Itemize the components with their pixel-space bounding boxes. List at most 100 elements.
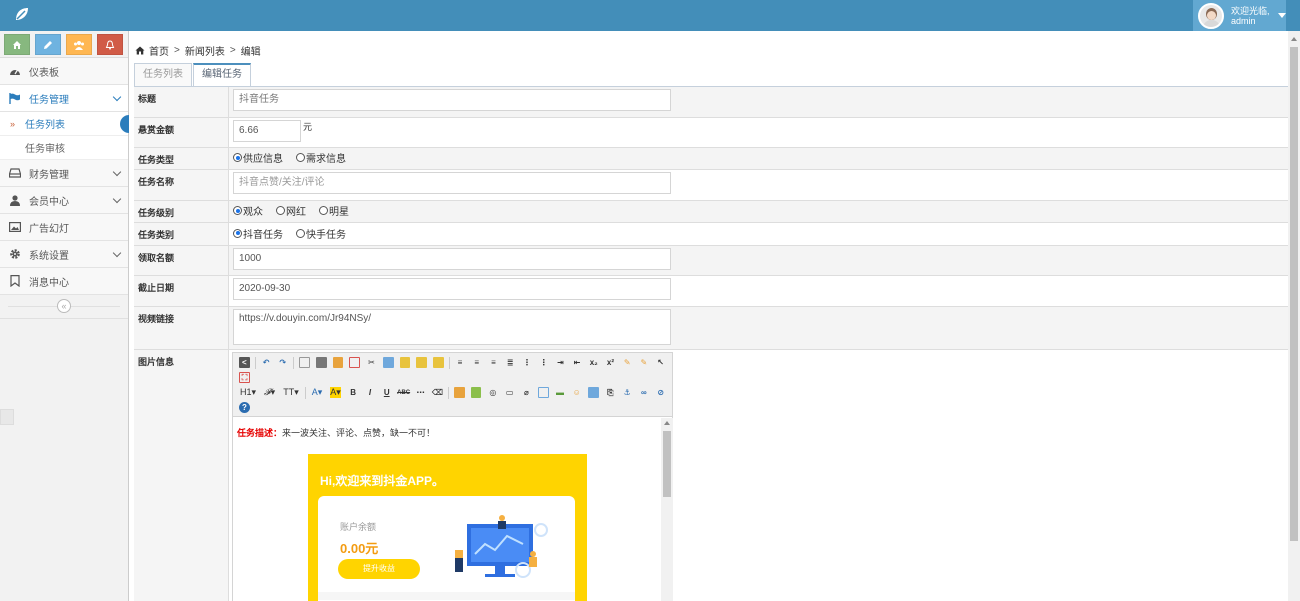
quick-format-icon[interactable]: ✎ bbox=[639, 357, 650, 368]
template-icon[interactable] bbox=[332, 357, 344, 368]
sidebar-item-label: 任务管理 bbox=[29, 94, 69, 106]
unlink-icon[interactable]: ⊘ bbox=[655, 387, 666, 398]
sidebar-item-finance[interactable]: 财务管理 bbox=[0, 160, 128, 187]
font-size-dropdown[interactable]: TT▾ bbox=[283, 387, 299, 398]
radio-button-checked[interactable] bbox=[233, 206, 242, 215]
unordered-list-icon[interactable]: ⋮ bbox=[538, 357, 549, 368]
media-icon[interactable]: ▭ bbox=[504, 387, 515, 398]
deadline-input[interactable]: 2020-09-30 bbox=[233, 278, 671, 300]
scroll-up-icon[interactable] bbox=[1291, 37, 1297, 41]
clear-format-icon[interactable]: ✎ bbox=[622, 357, 633, 368]
task-name-input[interactable]: 抖音点赞/关注/评论 bbox=[233, 172, 671, 194]
emoticon-icon[interactable]: ☺ bbox=[571, 387, 582, 398]
quota-input[interactable]: 1000 bbox=[233, 248, 671, 270]
redo-icon[interactable]: ↷ bbox=[277, 357, 288, 368]
scroll-up-icon[interactable] bbox=[664, 421, 670, 425]
radio-button-checked[interactable] bbox=[233, 153, 242, 162]
sidebar-item-settings[interactable]: 系统设置 bbox=[0, 241, 128, 268]
align-justify-icon[interactable]: ≣ bbox=[505, 357, 516, 368]
preview-icon[interactable] bbox=[299, 357, 310, 368]
sidebar-subitem-task-list[interactable]: » 任务列表 bbox=[0, 112, 129, 136]
select-all-icon[interactable]: ↖ bbox=[655, 357, 666, 368]
underline-icon[interactable]: U bbox=[381, 387, 392, 398]
sidebar-subitem-task-review[interactable]: 任务审核 bbox=[0, 136, 128, 160]
radio-supply[interactable]: 供应信息 bbox=[233, 150, 283, 165]
radio-button-checked[interactable] bbox=[233, 228, 242, 238]
print-icon[interactable] bbox=[315, 357, 327, 368]
page-break-icon[interactable]: ⎘ bbox=[605, 387, 616, 398]
line-height-icon[interactable]: ⋯ bbox=[415, 387, 426, 398]
table-icon[interactable] bbox=[537, 387, 549, 398]
sidebar-item-messages[interactable]: 消息中心 bbox=[0, 268, 128, 295]
text-color-dropdown[interactable]: A▾ bbox=[312, 387, 323, 398]
radio-kuaishou[interactable]: 快手任务 bbox=[296, 226, 346, 241]
form-row-video: 视频链接 https://v.douyin.com/Jr94NSy/ bbox=[134, 307, 1288, 350]
radio-button[interactable] bbox=[276, 206, 285, 215]
users-shortcut-button[interactable] bbox=[66, 34, 92, 55]
bell-shortcut-button[interactable] bbox=[97, 34, 123, 55]
multi-image-icon[interactable] bbox=[470, 387, 482, 398]
radio-influencer[interactable]: 网红 bbox=[276, 203, 306, 218]
reward-input[interactable]: 6.66 bbox=[233, 120, 301, 142]
editor-content[interactable]: 任务描述：来一波关注、评论、点赞，缺一不可！ Hi,欢迎来到抖金APP。 账户余… bbox=[233, 418, 661, 601]
font-family-dropdown[interactable]: 𝓕▾ bbox=[264, 387, 275, 398]
subscript-icon[interactable]: x₂ bbox=[588, 357, 599, 368]
settings-toggle-tab[interactable] bbox=[0, 409, 14, 425]
italic-icon[interactable]: I bbox=[365, 387, 376, 398]
editor-scroll-thumb[interactable] bbox=[663, 431, 671, 497]
sidebar-item-dashboard[interactable]: 仪表板 bbox=[0, 58, 128, 85]
source-icon[interactable]: < bbox=[239, 357, 250, 368]
home-shortcut-button[interactable] bbox=[4, 34, 30, 55]
breadcrumb-home-link[interactable]: 首页 bbox=[149, 43, 169, 58]
align-left-icon[interactable]: ≡ bbox=[455, 357, 466, 368]
edit-shortcut-button[interactable] bbox=[35, 34, 61, 55]
highlight-color-dropdown[interactable]: A▾ bbox=[330, 387, 341, 398]
indent-icon[interactable]: ⇥ bbox=[555, 357, 566, 368]
code-icon[interactable] bbox=[349, 357, 361, 368]
radio-button[interactable] bbox=[296, 228, 305, 238]
collapse-sidebar-button[interactable]: « bbox=[57, 299, 71, 313]
link-icon[interactable]: ∞ bbox=[639, 387, 650, 398]
superscript-icon[interactable]: x² bbox=[605, 357, 616, 368]
sidebar-item-members[interactable]: 会员中心 bbox=[0, 187, 128, 214]
paste-word-icon[interactable] bbox=[432, 357, 444, 368]
bold-icon[interactable]: B bbox=[348, 387, 359, 398]
radio-star[interactable]: 明星 bbox=[319, 203, 349, 218]
image-icon[interactable] bbox=[453, 387, 465, 398]
user-menu[interactable]: 欢迎光临, admin bbox=[1193, 0, 1286, 31]
align-center-icon[interactable]: ≡ bbox=[471, 357, 482, 368]
page-scroll-thumb[interactable] bbox=[1290, 47, 1298, 541]
title-input[interactable]: 抖音任务 bbox=[233, 89, 671, 111]
paste-text-icon[interactable] bbox=[416, 357, 427, 368]
horizontal-rule-icon[interactable]: ▬ bbox=[555, 387, 566, 398]
radio-audience[interactable]: 观众 bbox=[233, 203, 263, 218]
page-scrollbar[interactable] bbox=[1288, 31, 1300, 601]
align-right-icon[interactable]: ≡ bbox=[488, 357, 499, 368]
cut-icon[interactable]: ✂ bbox=[366, 357, 377, 368]
breadcrumb-list-link[interactable]: 新闻列表 bbox=[185, 43, 225, 58]
ordered-list-icon[interactable]: ⋮ bbox=[522, 357, 533, 368]
heading-dropdown[interactable]: H1▾ bbox=[240, 387, 256, 398]
editor-scrollbar[interactable] bbox=[661, 418, 673, 601]
map-icon[interactable] bbox=[588, 387, 599, 398]
radio-douyin[interactable]: 抖音任务 bbox=[233, 226, 283, 241]
radio-demand[interactable]: 需求信息 bbox=[296, 150, 346, 165]
undo-icon[interactable]: ↶ bbox=[261, 357, 272, 368]
fullscreen-icon[interactable]: ⛶ bbox=[239, 372, 250, 383]
tab-task-list[interactable]: 任务列表 bbox=[134, 63, 192, 87]
flash-icon[interactable]: ◎ bbox=[487, 387, 498, 398]
paste-icon[interactable] bbox=[399, 357, 411, 368]
radio-button[interactable] bbox=[319, 206, 328, 215]
copy-icon[interactable] bbox=[382, 357, 394, 368]
anchor-icon[interactable]: ⚓ bbox=[622, 387, 633, 398]
attachment-icon[interactable]: ⌀ bbox=[521, 387, 532, 398]
sidebar-item-ads[interactable]: 广告幻灯 bbox=[0, 214, 128, 241]
video-link-textarea[interactable]: https://v.douyin.com/Jr94NSy/ bbox=[233, 309, 671, 345]
sidebar-item-task-management[interactable]: 任务管理 bbox=[0, 85, 128, 112]
strikethrough-icon[interactable]: ABC bbox=[397, 387, 410, 398]
outdent-icon[interactable]: ⇤ bbox=[572, 357, 583, 368]
tab-edit-task[interactable]: 编辑任务 bbox=[193, 63, 251, 88]
radio-button[interactable] bbox=[296, 153, 305, 162]
eraser-icon[interactable]: ⌫ bbox=[432, 387, 443, 398]
help-icon[interactable]: ? bbox=[239, 402, 250, 413]
